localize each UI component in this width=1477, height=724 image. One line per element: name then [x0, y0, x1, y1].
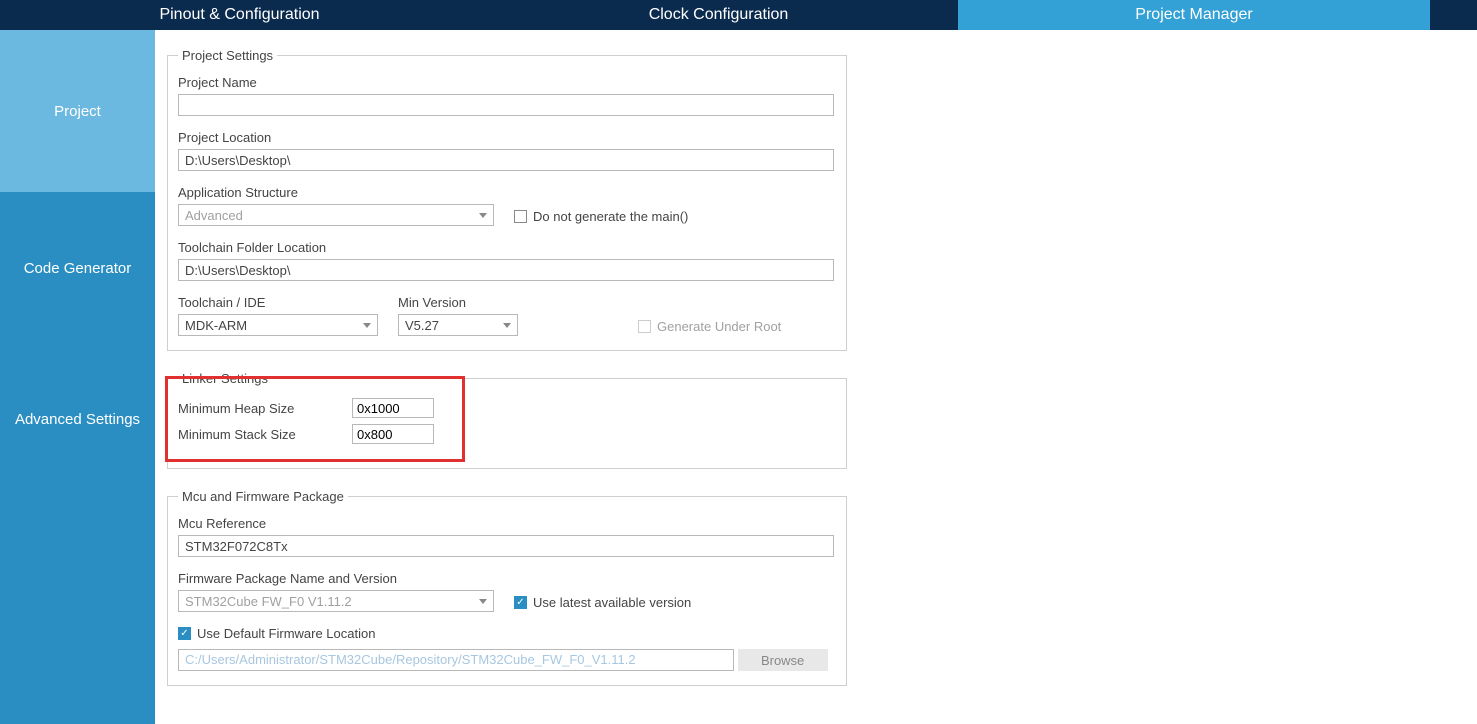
no-main-label: Do not generate the main()	[533, 209, 688, 224]
chevron-down-icon	[363, 323, 371, 328]
sidebar-item-project[interactable]: Project	[0, 30, 155, 193]
chevron-down-icon	[479, 599, 487, 604]
generate-under-root-checkbox	[638, 320, 651, 333]
fw-package-name-label: Firmware Package Name and Version	[178, 571, 494, 586]
min-version-select[interactable]: V5.27	[398, 314, 518, 336]
project-name-label: Project Name	[178, 75, 836, 90]
use-default-fw-row[interactable]: ✓ Use Default Firmware Location	[178, 626, 836, 641]
project-settings-pane: Project Settings Project Name Project Lo…	[155, 30, 1477, 724]
fw-package-name-select[interactable]: STM32Cube FW_F0 V1.11.2	[178, 590, 494, 612]
toolchain-folder-label: Toolchain Folder Location	[178, 240, 836, 255]
browse-button[interactable]: Browse	[738, 649, 828, 671]
fw-location-input: C:/Users/Administrator/STM32Cube/Reposit…	[178, 649, 734, 671]
app-structure-select[interactable]: Advanced	[178, 204, 494, 226]
use-default-fw-checkbox[interactable]: ✓	[178, 627, 191, 640]
mcu-firmware-group: Mcu and Firmware Package Mcu Reference F…	[167, 489, 847, 686]
min-version-label: Min Version	[398, 295, 518, 310]
tab-clock[interactable]: Clock Configuration	[479, 0, 958, 30]
top-tab-bar: Pinout & Configuration Clock Configurati…	[0, 0, 1477, 30]
mcu-reference-label: Mcu Reference	[178, 516, 836, 531]
linker-settings-group: Linker Settings Minimum Heap Size Minimu…	[167, 371, 847, 469]
min-heap-input[interactable]	[352, 398, 434, 418]
toolchain-folder-input[interactable]	[178, 259, 834, 281]
chevron-down-icon	[503, 323, 511, 328]
project-location-input[interactable]	[178, 149, 834, 171]
mcu-firmware-legend: Mcu and Firmware Package	[178, 489, 348, 504]
project-location-label: Project Location	[178, 130, 836, 145]
use-default-fw-label: Use Default Firmware Location	[197, 626, 375, 641]
sidebar-filler	[0, 495, 155, 724]
project-name-input[interactable]	[178, 94, 834, 116]
sidebar-item-advanced-settings[interactable]: Advanced Settings	[0, 344, 155, 495]
min-heap-label: Minimum Heap Size	[178, 401, 338, 416]
use-latest-version-checkbox[interactable]: ✓	[514, 596, 527, 609]
tab-pinout[interactable]: Pinout & Configuration	[0, 0, 479, 30]
project-manager-sidebar: Project Code Generator Advanced Settings	[0, 30, 155, 724]
project-settings-legend: Project Settings	[178, 48, 277, 63]
toolchain-ide-label: Toolchain / IDE	[178, 295, 378, 310]
linker-highlight-box	[165, 376, 465, 462]
min-stack-input[interactable]	[352, 424, 434, 444]
sidebar-item-code-generator[interactable]: Code Generator	[0, 193, 155, 344]
tab-project-manager[interactable]: Project Manager	[958, 0, 1430, 30]
no-main-checkbox-row[interactable]: Do not generate the main()	[514, 209, 688, 224]
generate-under-root-row: Generate Under Root	[638, 319, 781, 334]
min-stack-label: Minimum Stack Size	[178, 427, 338, 442]
fw-package-name-value: STM32Cube FW_F0 V1.11.2	[185, 594, 352, 609]
chevron-down-icon	[479, 213, 487, 218]
app-structure-label: Application Structure	[178, 185, 494, 200]
app-structure-value: Advanced	[185, 208, 243, 223]
no-main-checkbox[interactable]	[514, 210, 527, 223]
fw-location-row: C:/Users/Administrator/STM32Cube/Reposit…	[178, 649, 836, 671]
generate-under-root-label: Generate Under Root	[657, 319, 781, 334]
use-latest-version-label: Use latest available version	[533, 595, 691, 610]
project-settings-group: Project Settings Project Name Project Lo…	[167, 48, 847, 351]
toolchain-ide-value: MDK-ARM	[185, 318, 247, 333]
toolchain-ide-select[interactable]: MDK-ARM	[178, 314, 378, 336]
mcu-reference-input[interactable]	[178, 535, 834, 557]
linker-settings-legend: Linker Settings	[178, 371, 272, 386]
tab-bar-end	[1430, 0, 1477, 30]
min-version-value: V5.27	[405, 318, 439, 333]
use-latest-version-row[interactable]: ✓ Use latest available version	[514, 595, 691, 610]
